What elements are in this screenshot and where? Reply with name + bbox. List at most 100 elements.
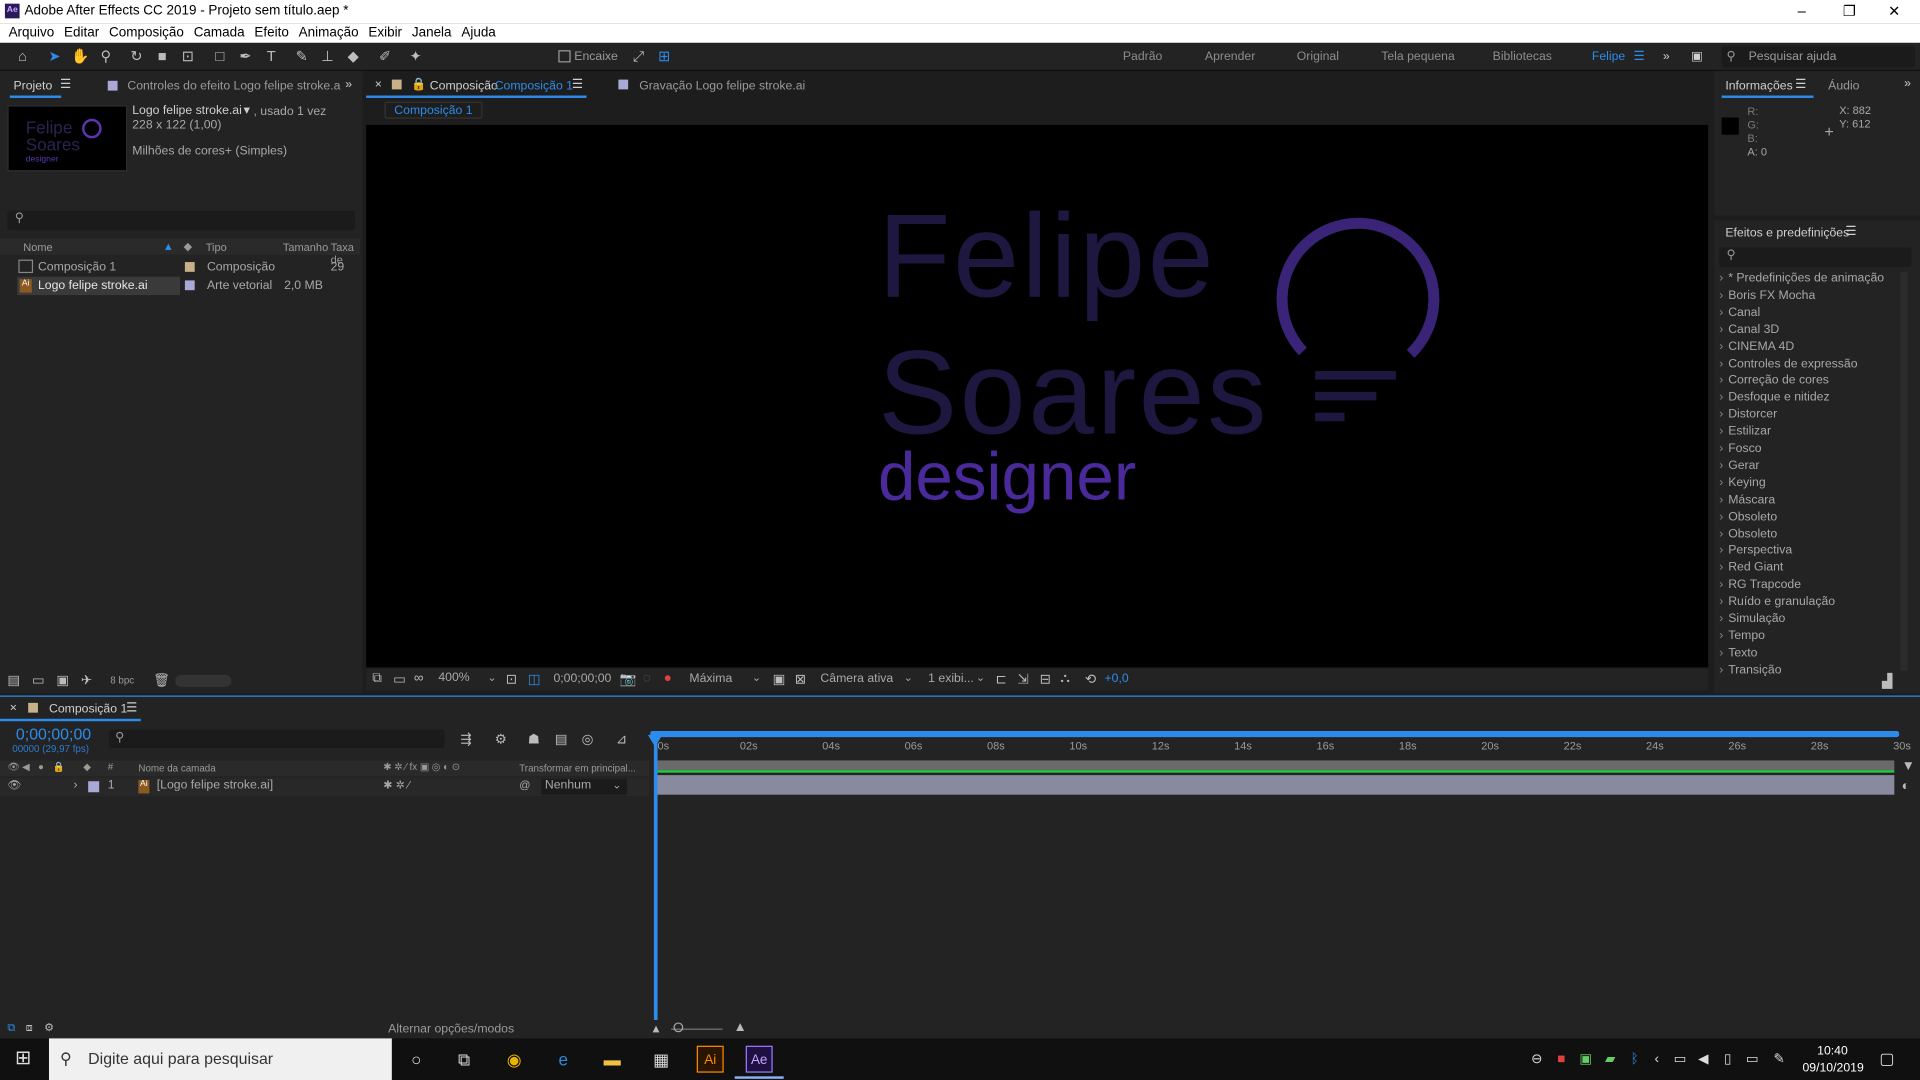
interpret-footage-icon[interactable]: ▤ bbox=[7, 672, 20, 688]
reset-exposure-icon[interactable]: ⟲ bbox=[1085, 671, 1096, 687]
panel-overflow-icon[interactable]: » bbox=[345, 78, 352, 91]
timeline-icon[interactable]: ⊟ bbox=[1040, 671, 1051, 687]
effects-category-item[interactable]: Obsoleto bbox=[1719, 510, 1903, 523]
layer-duration-bar[interactable] bbox=[655, 775, 1895, 795]
tab-projeto[interactable]: Projeto bbox=[13, 80, 52, 93]
edge-icon[interactable]: e bbox=[550, 1046, 577, 1073]
monitor-icon[interactable]: ▭ bbox=[393, 671, 406, 687]
hand-tool-icon[interactable]: ✋ bbox=[71, 48, 89, 66]
safe-margins-icon[interactable]: ◫ bbox=[528, 671, 541, 687]
zoom-in-icon[interactable]: ▲ bbox=[733, 1020, 746, 1035]
file-explorer-icon[interactable]: ▬ bbox=[599, 1046, 626, 1073]
effects-category-item[interactable]: Canal 3D bbox=[1719, 323, 1903, 336]
chevron-down-icon[interactable]: ⌄ bbox=[612, 779, 621, 792]
item-dropdown-icon[interactable]: ▾ bbox=[244, 104, 250, 117]
tab-effect-controls[interactable]: Controles do efeito Logo felipe stroke.a bbox=[127, 80, 340, 93]
effects-category-item[interactable]: Correção de cores bbox=[1719, 374, 1903, 387]
layer-switches-icon[interactable]: ⧉ bbox=[7, 1021, 15, 1034]
project-item-row[interactable]: Ai Logo felipe stroke.ai Arte vetorial 2… bbox=[0, 276, 360, 296]
tab-projeto-menu-icon[interactable]: ☰ bbox=[60, 78, 71, 91]
menu-camada[interactable]: Camada bbox=[194, 26, 245, 41]
effects-category-item[interactable]: Texto bbox=[1719, 646, 1903, 659]
camera-tool-icon[interactable]: ■ bbox=[153, 48, 171, 66]
tab-menu-icon[interactable]: ☰ bbox=[1845, 225, 1856, 238]
region-of-interest-icon[interactable]: ▣ bbox=[773, 671, 786, 687]
expand-layer-icon[interactable]: › bbox=[73, 779, 77, 792]
end-marker-icon[interactable]: ▼ bbox=[1902, 759, 1915, 774]
new-folder-icon[interactable]: ▭ bbox=[32, 672, 45, 688]
tab-composition-label[interactable]: Composição bbox=[430, 80, 498, 93]
vr-icon[interactable]: ∞ bbox=[414, 671, 424, 686]
always-preview-icon[interactable]: ⧉ bbox=[372, 671, 382, 687]
composition-viewer[interactable]: Felipe Soares designer bbox=[366, 124, 1709, 668]
effects-title[interactable]: Efeitos e predefinições bbox=[1725, 227, 1849, 240]
tab-composition-name[interactable]: Composição 1 bbox=[495, 80, 573, 93]
pan-behind-tool-icon[interactable]: ⊡ bbox=[179, 48, 197, 66]
taskbar-search-input[interactable]: Digite aqui para pesquisar bbox=[48, 1038, 392, 1080]
layer-row[interactable]: 👁 › 1 Ai [Logo felipe stroke.ai] ✱ ✲ ⁄ @… bbox=[0, 777, 649, 796]
effects-category-item[interactable]: Controles de expressão bbox=[1719, 357, 1903, 370]
menu-efeito[interactable]: Efeito bbox=[254, 26, 288, 41]
layer-name[interactable]: [Logo felipe stroke.ai] bbox=[157, 779, 273, 792]
effects-category-item[interactable]: Transição bbox=[1719, 663, 1903, 676]
snapshot-icon[interactable]: 📷 bbox=[620, 671, 637, 687]
graph-editor-icon[interactable]: ⊿ bbox=[616, 731, 627, 747]
text-tool-icon[interactable]: T bbox=[262, 48, 280, 66]
clock-time[interactable]: 10:40 bbox=[1817, 1044, 1848, 1057]
column-nome[interactable]: Nome bbox=[23, 241, 52, 253]
effects-category-item[interactable]: Ruído e granulação bbox=[1719, 595, 1903, 608]
channel-icon[interactable]: ● bbox=[664, 671, 672, 686]
transfer-controls-icon[interactable]: ⧈ bbox=[26, 1021, 33, 1034]
tab-menu-icon[interactable]: ☰ bbox=[126, 702, 137, 715]
chrome-icon[interactable]: ◉ bbox=[501, 1046, 528, 1073]
workspace-padrao[interactable]: Padrão bbox=[1123, 50, 1162, 63]
minimize-icon[interactable]: – bbox=[1798, 2, 1806, 19]
effects-category-item[interactable]: Perspectiva bbox=[1719, 544, 1903, 557]
zoom-out-icon[interactable]: ▴ bbox=[653, 1020, 660, 1036]
solo-icon[interactable]: ● bbox=[38, 762, 44, 773]
tab-informacoes[interactable]: Informações bbox=[1725, 80, 1792, 93]
project-item-row[interactable]: Composição 1 Composição 29 bbox=[0, 258, 360, 276]
workspace-felipe[interactable]: Felipe bbox=[1592, 50, 1625, 63]
timeline-timecode[interactable]: 0;00;00;00 bbox=[16, 725, 91, 743]
store-icon[interactable]: ▦ bbox=[648, 1046, 675, 1073]
composition-mini-flowchart-icon[interactable]: ⇶ bbox=[460, 731, 471, 747]
battery-icon[interactable]: ▭ bbox=[1739, 1046, 1766, 1073]
snap-options-icon[interactable]: ⤢ bbox=[629, 48, 647, 66]
current-time-indicator[interactable] bbox=[653, 739, 658, 1021]
effects-category-item[interactable]: Fosco bbox=[1719, 442, 1903, 455]
column-tamanho[interactable]: Tamanho bbox=[283, 241, 328, 253]
timeline-tab[interactable]: Composição 1 bbox=[49, 703, 127, 716]
close-tab-icon[interactable]: × bbox=[375, 78, 382, 91]
toggle-switches-modes[interactable]: Alternar opções/modos bbox=[388, 1022, 514, 1035]
flowchart-icon[interactable]: ⛬ bbox=[1060, 671, 1069, 687]
visibility-eye-icon[interactable]: 👁 bbox=[7, 779, 21, 792]
effects-category-item[interactable]: Simulação bbox=[1719, 612, 1903, 625]
workspace-original[interactable]: Original bbox=[1297, 50, 1339, 63]
audio-icon[interactable]: ◀ bbox=[22, 762, 30, 773]
lock-icon[interactable]: 🔒 bbox=[411, 78, 426, 91]
puppet-tool-icon[interactable]: ✦ bbox=[407, 48, 425, 66]
workspace-aprender[interactable]: Aprender bbox=[1205, 50, 1255, 63]
effects-category-item[interactable]: Red Giant bbox=[1719, 561, 1903, 574]
flowchart-icon[interactable]: ✈ bbox=[81, 672, 92, 688]
task-view-icon[interactable]: ⧉ bbox=[451, 1046, 478, 1073]
effects-search-input[interactable] bbox=[1719, 247, 1912, 267]
tab-menu-icon[interactable]: ☰ bbox=[1795, 78, 1806, 91]
volume-icon[interactable]: ◀ bbox=[1690, 1046, 1717, 1073]
tray-app-icon[interactable]: ▣ bbox=[1572, 1046, 1599, 1073]
motion-blur-icon[interactable]: ◎ bbox=[582, 731, 594, 747]
zoom-tool-icon[interactable]: ⚲ bbox=[97, 48, 115, 66]
chevron-down-icon[interactable]: ⌄ bbox=[752, 671, 761, 684]
trash-icon[interactable]: 🗑 bbox=[153, 672, 170, 688]
snap-checkbox[interactable] bbox=[558, 50, 571, 63]
layer-name-header[interactable]: Nome da camada bbox=[138, 763, 215, 774]
work-area-bar[interactable] bbox=[650, 731, 1900, 738]
label-color-swatch[interactable] bbox=[184, 280, 195, 291]
new-composition-icon[interactable]: ▣ bbox=[56, 672, 69, 688]
fit-icon[interactable]: ⊡ bbox=[506, 671, 517, 687]
after-effects-taskbar-icon[interactable]: Ae bbox=[745, 1045, 773, 1073]
notifications-icon[interactable]: ▢ bbox=[1873, 1046, 1900, 1073]
chevron-down-icon[interactable]: ⌄ bbox=[976, 671, 985, 684]
menu-ajuda[interactable]: Ajuda bbox=[461, 26, 495, 41]
